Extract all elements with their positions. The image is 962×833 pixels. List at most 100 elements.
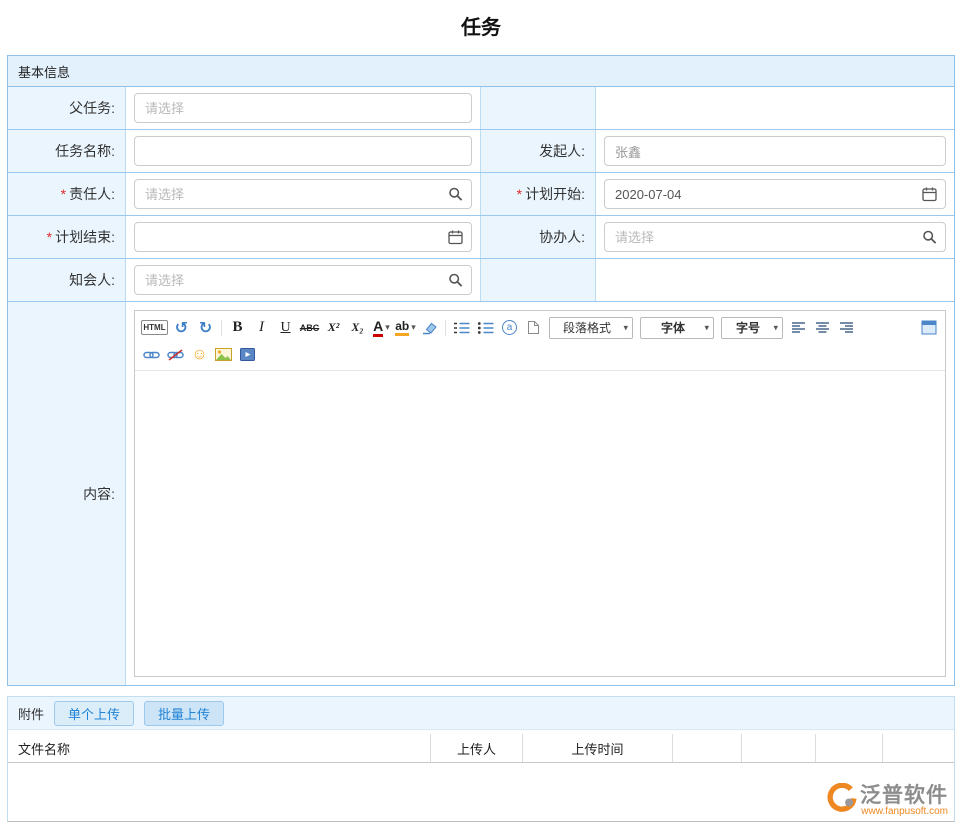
editor-toolbar-row-2: ☺	[141, 341, 939, 368]
column-empty-1	[673, 734, 742, 762]
initiator-input-wrap	[604, 136, 946, 166]
calendar-icon[interactable]	[448, 230, 463, 245]
initiator-label-cell: 发起人:	[481, 130, 596, 172]
plan-end-label: 计划结束:	[55, 227, 115, 247]
attachments-panel: 附件 单个上传 批量上传 文件名称 上传人 上传时间	[7, 696, 955, 822]
column-uploader-label: 上传人	[457, 739, 496, 758]
column-file-name: 文件名称	[8, 734, 431, 762]
form-row-plan-end: * 计划结束: 协办人:	[8, 216, 954, 259]
column-empty-4	[883, 734, 954, 762]
toolbar-separator	[445, 320, 446, 336]
notified-label-cell: 知会人:	[8, 259, 126, 301]
plan-start-date-input[interactable]	[604, 179, 946, 209]
search-icon[interactable]	[448, 187, 463, 202]
align-left-icon[interactable]	[788, 317, 809, 338]
notified-input[interactable]	[134, 265, 472, 295]
calendar-icon[interactable]	[922, 187, 937, 202]
eraser-icon[interactable]	[419, 317, 440, 338]
italic-icon[interactable]: I	[251, 317, 272, 338]
editor-toolbar: HTML ↺ ↻ B I U ABC X² X₂ A ab	[135, 311, 945, 371]
notified-label: 知会人:	[69, 270, 115, 290]
co-organizer-input[interactable]	[604, 222, 946, 252]
rich-text-editor: HTML ↺ ↻ B I U ABC X² X₂ A ab	[134, 310, 946, 677]
initiator-input-cell	[596, 130, 954, 172]
form-row-responsible: * 责任人: * 计划开始:	[8, 173, 954, 216]
highlight-color-icon[interactable]: ab	[395, 317, 416, 338]
new-page-icon[interactable]	[523, 317, 544, 338]
parent-task-input[interactable]	[134, 93, 472, 123]
basic-info-panel: 基本信息 父任务: 任务名称:	[7, 55, 955, 686]
plan-start-label-cell: * 计划开始:	[481, 173, 596, 215]
empty-label-cell-1	[481, 87, 596, 129]
task-name-label-cell: 任务名称:	[8, 130, 126, 172]
column-file-name-label: 文件名称	[18, 739, 70, 758]
underline-icon[interactable]: U	[275, 317, 296, 338]
editor-content-area[interactable]	[135, 371, 945, 676]
insert-image-icon[interactable]	[213, 344, 234, 365]
plan-end-input-wrap	[134, 222, 472, 252]
emoticon-icon[interactable]: ☺	[189, 344, 210, 365]
single-upload-button[interactable]: 单个上传	[54, 701, 134, 726]
font-family-select[interactable]: 字体	[640, 317, 714, 339]
paragraph-format-select[interactable]: 段落格式	[549, 317, 633, 339]
parent-task-input-wrap	[134, 93, 472, 123]
ordered-list-icon[interactable]	[451, 317, 472, 338]
notified-input-cell	[126, 259, 481, 301]
redo-icon[interactable]: ↻	[195, 317, 216, 338]
source-code-icon[interactable]: HTML	[141, 320, 168, 335]
attachments-empty-body: 泛普软件 www.fanpusoft.com	[8, 763, 954, 821]
vendor-brand-name: 泛普软件	[860, 784, 948, 807]
toolbar-separator	[221, 320, 222, 336]
font-color-glyph: A	[373, 319, 383, 337]
batch-upload-button[interactable]: 批量上传	[144, 701, 224, 726]
responsible-input-cell	[126, 173, 481, 215]
fullscreen-icon[interactable]	[918, 317, 939, 338]
column-uploader: 上传人	[431, 734, 523, 762]
content-editor-cell: HTML ↺ ↻ B I U ABC X² X₂ A ab	[126, 302, 954, 685]
task-form-page: 任务 基本信息 父任务: 任务名称:	[0, 0, 962, 833]
task-name-input-cell	[126, 130, 481, 172]
search-icon[interactable]	[922, 230, 937, 245]
content-label-cell: 内容:	[8, 302, 126, 685]
responsible-input-wrap	[134, 179, 472, 209]
insert-media-icon[interactable]	[237, 344, 258, 365]
basic-info-header: 基本信息	[8, 56, 954, 87]
responsible-required-mark: *	[61, 186, 66, 202]
plan-end-input-cell	[126, 216, 481, 258]
align-center-icon[interactable]	[812, 317, 833, 338]
plan-start-required-mark: *	[517, 186, 522, 202]
column-empty-2	[742, 734, 816, 762]
vendor-website: www.fanpusoft.com	[861, 807, 948, 817]
attachments-title: 附件	[18, 704, 44, 723]
align-right-icon[interactable]	[836, 317, 857, 338]
attachments-table-header: 文件名称 上传人 上传时间	[8, 734, 954, 763]
bullet-list-icon[interactable]	[475, 317, 496, 338]
vendor-logo: 泛普软件 www.fanpusoft.com	[827, 783, 948, 818]
subscript-icon[interactable]: X₂	[347, 317, 368, 338]
font-color-icon[interactable]: A	[371, 317, 392, 338]
column-upload-time: 上传时间	[523, 734, 673, 762]
plan-end-date-input[interactable]	[134, 222, 472, 252]
strikethrough-icon[interactable]: ABC	[299, 317, 320, 338]
co-organizer-input-wrap	[604, 222, 946, 252]
page-title: 任务	[7, 0, 955, 55]
parent-task-input-cell	[126, 87, 481, 129]
font-family-value: 字体	[661, 319, 685, 336]
font-size-select[interactable]: 字号	[721, 317, 783, 339]
undo-icon[interactable]: ↺	[171, 317, 192, 338]
superscript-icon[interactable]: X²	[323, 317, 344, 338]
search-icon[interactable]	[448, 273, 463, 288]
plan-start-input-wrap	[604, 179, 946, 209]
plan-end-required-mark: *	[47, 229, 52, 245]
remove-link-icon[interactable]	[165, 344, 186, 365]
bold-icon[interactable]: B	[227, 317, 248, 338]
responsible-input[interactable]	[134, 179, 472, 209]
responsible-label-cell: * 责任人:	[8, 173, 126, 215]
anchor-icon[interactable]: a	[499, 317, 520, 338]
insert-link-icon[interactable]	[141, 344, 162, 365]
initiator-label: 发起人:	[539, 141, 585, 161]
task-name-input[interactable]	[134, 136, 472, 166]
vendor-logo-texts: 泛普软件 www.fanpusoft.com	[860, 784, 948, 817]
responsible-label: 责任人:	[69, 184, 115, 204]
font-size-value: 字号	[736, 319, 760, 336]
